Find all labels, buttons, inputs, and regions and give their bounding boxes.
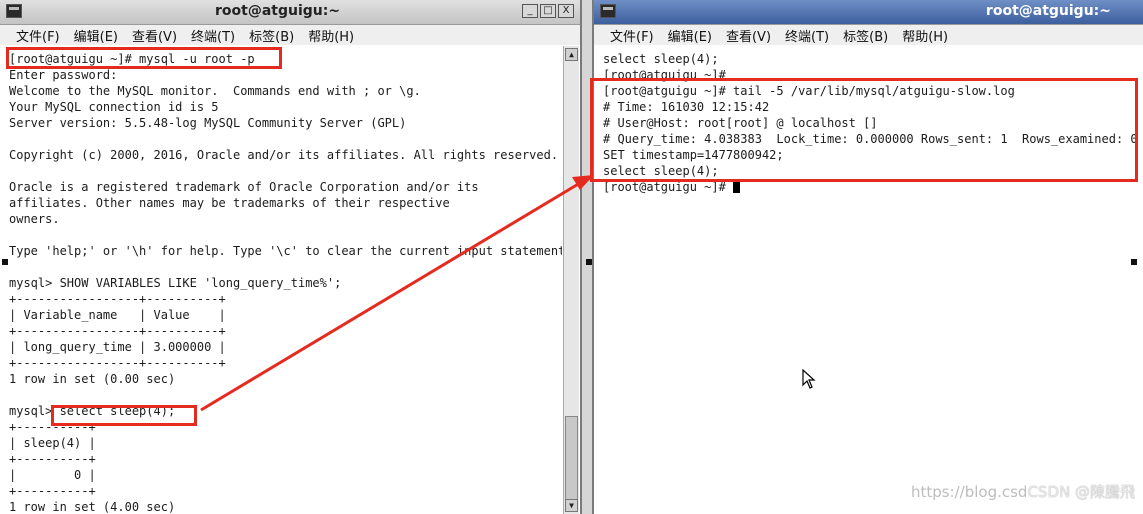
resize-handle-middle[interactable] <box>586 259 592 265</box>
watermark-site: https://blog.csd <box>910 483 1028 501</box>
mouse-pointer-icon <box>802 369 816 389</box>
annotation-arrow <box>200 175 594 412</box>
watermark: https://blog.csdCSDN @陳騰飛 <box>911 481 1135 502</box>
arrow-head-icon <box>572 175 594 190</box>
arrow-line <box>200 181 581 412</box>
watermark-author: CSDN @陳騰飛 <box>1027 483 1135 501</box>
resize-handle-right[interactable] <box>1131 259 1137 265</box>
resize-handle-left[interactable] <box>2 259 8 265</box>
